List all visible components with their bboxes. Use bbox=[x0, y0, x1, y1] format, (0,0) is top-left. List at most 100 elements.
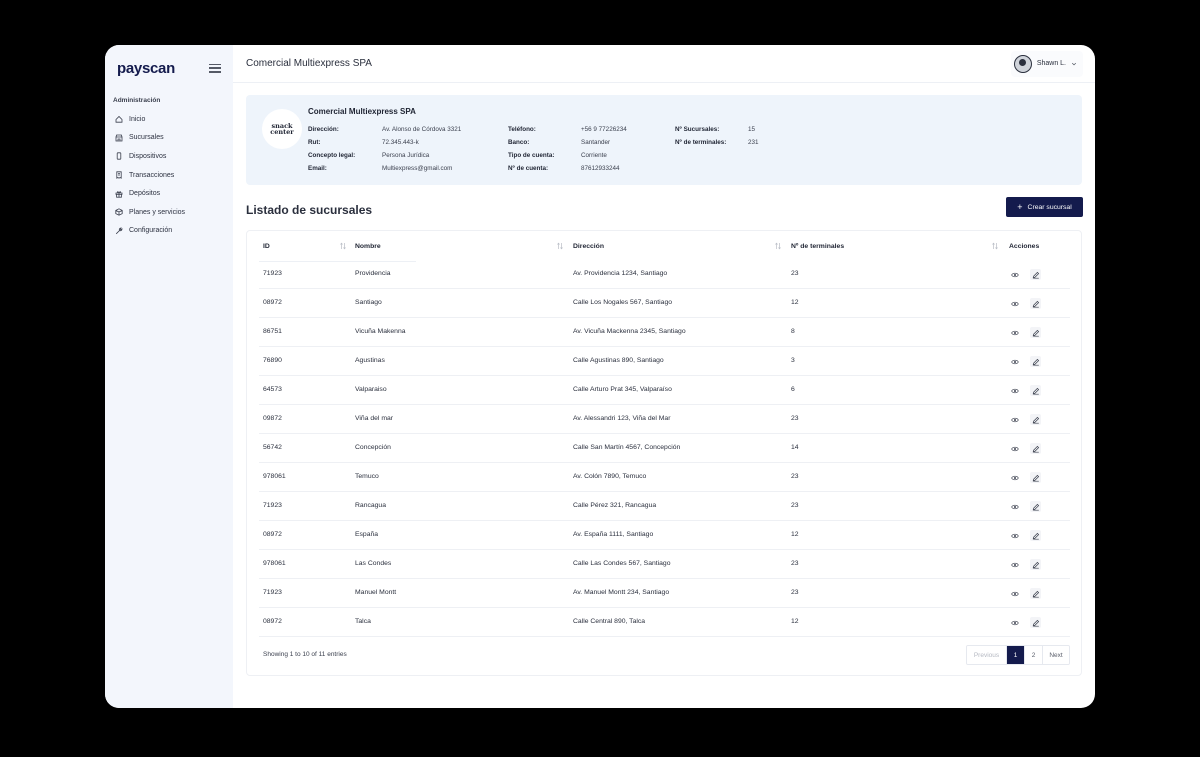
view-button[interactable] bbox=[1009, 472, 1020, 483]
cell-terminales: 8 bbox=[791, 328, 795, 335]
edit-button[interactable] bbox=[1030, 414, 1041, 425]
cell-direccion: Av. Manuel Montt 234, Santiago bbox=[573, 589, 670, 596]
edit-button[interactable] bbox=[1030, 356, 1041, 367]
view-button[interactable] bbox=[1009, 356, 1020, 367]
user-menu[interactable]: Shawn L. bbox=[1010, 50, 1083, 77]
table-row: 08972 Talca Calle Central 890, Talca 12 bbox=[259, 608, 1070, 637]
view-button[interactable] bbox=[1009, 385, 1020, 396]
edit-button[interactable] bbox=[1030, 298, 1041, 309]
pagination-previous[interactable]: Previous bbox=[967, 646, 1007, 664]
sidebar-item-depositos[interactable]: Depósitos bbox=[105, 184, 233, 203]
cell-nombre: España bbox=[355, 531, 379, 538]
pencil-icon bbox=[1032, 445, 1039, 453]
sidebar-section-title: Administración bbox=[113, 97, 161, 104]
edit-button[interactable] bbox=[1030, 617, 1041, 628]
pencil-icon bbox=[1032, 300, 1039, 308]
column-header-terminales[interactable]: Nº de terminales bbox=[791, 243, 844, 250]
sidebar: payscan Administración Inicio Sucursales D… bbox=[105, 45, 233, 708]
sidebar-item-planes-y-servicios[interactable]: Planes y servicios bbox=[105, 203, 233, 222]
cell-id: 56742 bbox=[263, 444, 282, 451]
sidebar-item-inicio[interactable]: Inicio bbox=[105, 110, 233, 129]
view-button[interactable] bbox=[1009, 530, 1020, 541]
column-header-nombre[interactable]: Nombre bbox=[355, 243, 381, 250]
eye-icon bbox=[1010, 417, 1019, 422]
field-rut-label: Rut: bbox=[308, 139, 321, 146]
field-banco-value: Santander bbox=[581, 139, 610, 146]
edit-button[interactable] bbox=[1030, 327, 1041, 338]
sort-icon[interactable] bbox=[992, 242, 998, 250]
page-title: Comercial Multiexpress SPA bbox=[246, 58, 372, 69]
field-sucursales-label: Nº Sucursales: bbox=[675, 126, 719, 133]
avatar bbox=[1013, 54, 1032, 73]
edit-button[interactable] bbox=[1030, 530, 1041, 541]
cell-id: 978061 bbox=[263, 473, 286, 480]
view-button[interactable] bbox=[1009, 443, 1020, 454]
view-button[interactable] bbox=[1009, 414, 1020, 425]
column-header-direccion[interactable]: Dirección bbox=[573, 243, 604, 250]
cell-direccion: Av. Colón 7890, Temuco bbox=[573, 473, 647, 480]
pagination-page-1[interactable]: 1 bbox=[1007, 646, 1025, 664]
box-icon bbox=[115, 208, 123, 216]
create-sucursal-button[interactable]: + Crear sucursal bbox=[1006, 197, 1083, 217]
view-button[interactable] bbox=[1009, 327, 1020, 338]
view-button[interactable] bbox=[1009, 501, 1020, 512]
cell-nombre: Talca bbox=[355, 618, 371, 625]
payscan-logo[interactable]: payscan bbox=[117, 60, 175, 77]
table-row: 09872 Viña del mar Av. Alessandri 123, Viñ… bbox=[259, 405, 1070, 434]
cell-terminales: 23 bbox=[791, 473, 799, 480]
pencil-icon bbox=[1032, 358, 1039, 366]
sidebar-item-label: Planes y servicios bbox=[129, 208, 186, 216]
sidebar-item-sucursales[interactable]: Sucursales bbox=[105, 129, 233, 148]
field-direccion-label: Dirección: bbox=[308, 126, 339, 133]
field-telefono-label: Teléfono: bbox=[508, 126, 536, 133]
view-button[interactable] bbox=[1009, 298, 1020, 309]
pagination-page-2[interactable]: 2 bbox=[1025, 646, 1043, 664]
sort-icon[interactable] bbox=[557, 242, 563, 250]
cell-direccion: Calle Pérez 321, Rancagua bbox=[573, 502, 657, 509]
table-row: 76890 Agustinas Calle Agustinas 890, Santi… bbox=[259, 347, 1070, 376]
sort-icon[interactable] bbox=[775, 242, 781, 250]
info-label: Nº de cuenta: bbox=[508, 165, 549, 172]
column-header-id[interactable]: ID bbox=[263, 243, 270, 250]
edit-button[interactable] bbox=[1030, 559, 1041, 570]
edit-button[interactable] bbox=[1030, 385, 1041, 396]
sidebar-item-transacciones[interactable]: Transacciones bbox=[105, 166, 233, 185]
hamburger-menu-icon[interactable] bbox=[209, 63, 221, 73]
info-value: Santander bbox=[581, 139, 611, 146]
info-label: Concepto legal: bbox=[308, 152, 356, 159]
cell-nombre: Agustinas bbox=[355, 357, 385, 364]
cell-nombre: Rancagua bbox=[355, 502, 386, 509]
view-button[interactable] bbox=[1009, 617, 1020, 628]
user-name: Shawn L. bbox=[1036, 60, 1066, 67]
sidebar-item-configuracion[interactable]: Configuración bbox=[105, 222, 233, 241]
view-button[interactable] bbox=[1009, 269, 1020, 280]
field-terminales-label: Nº de terminales: bbox=[675, 139, 726, 146]
eye-icon bbox=[1010, 533, 1019, 538]
field-concepto-value: Persona Jurídica bbox=[382, 152, 429, 159]
pagination: Previous 1 2 Next bbox=[966, 645, 1070, 665]
cell-direccion: Calle Los Nogales 567, Santiago bbox=[573, 299, 672, 306]
info-value: Av. Alonso de Córdova 3321 bbox=[382, 126, 462, 133]
cell-id: 64573 bbox=[263, 386, 282, 393]
pencil-icon bbox=[1032, 532, 1039, 540]
sort-icon[interactable] bbox=[340, 242, 346, 250]
sidebar-item-dispositivos[interactable]: Dispositivos bbox=[105, 147, 233, 166]
info-label: Nº de terminales: bbox=[675, 139, 727, 146]
edit-button[interactable] bbox=[1030, 588, 1041, 599]
cell-nombre: Las Condes bbox=[355, 560, 392, 567]
pencil-icon bbox=[1032, 329, 1039, 337]
table-row: 71923 Providencia Av. Providencia 1234, Sa… bbox=[259, 260, 1070, 289]
edit-button[interactable] bbox=[1030, 443, 1041, 454]
field-tipo-cuenta-value: Corriente bbox=[581, 152, 607, 159]
gift-icon bbox=[115, 190, 123, 198]
view-button[interactable] bbox=[1009, 559, 1020, 570]
field-telefono-value: +56 9 77226234 bbox=[581, 126, 627, 133]
edit-button[interactable] bbox=[1030, 472, 1041, 483]
edit-button[interactable] bbox=[1030, 501, 1041, 512]
edit-button[interactable] bbox=[1030, 269, 1041, 280]
cell-terminales: 14 bbox=[791, 444, 799, 451]
pencil-icon bbox=[1032, 561, 1039, 569]
pagination-next[interactable]: Next bbox=[1043, 646, 1069, 664]
field-email-value: Multiexpress@gmail.com bbox=[382, 165, 452, 172]
view-button[interactable] bbox=[1009, 588, 1020, 599]
